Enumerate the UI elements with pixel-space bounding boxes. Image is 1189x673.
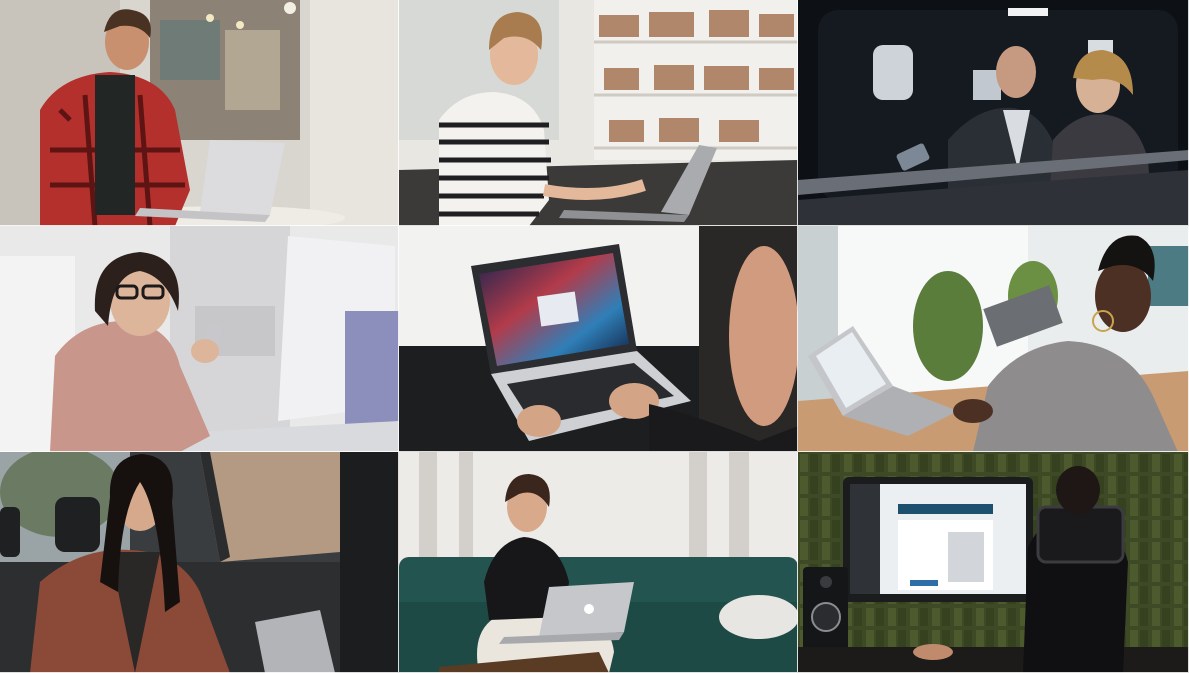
photo-cafe-laptop	[0, 0, 399, 226]
photo-car-night	[798, 0, 1189, 226]
photo-collage	[0, 0, 1189, 673]
photo-studio-monitor	[798, 452, 1189, 673]
photo-tile-sofa-laptop	[399, 452, 798, 673]
photo-tile-library-laptop	[399, 0, 798, 226]
photo-tile-cafe-laptop	[0, 0, 399, 226]
photo-tile-laptop-login	[399, 226, 798, 452]
photo-desk-phone	[798, 226, 1189, 452]
photo-library-laptop	[399, 0, 798, 226]
photo-tile-car-backseat	[0, 452, 399, 673]
photo-tile-desk-phone	[798, 226, 1189, 452]
photo-car-backseat	[0, 452, 399, 673]
photo-sofa-laptop	[399, 452, 798, 673]
photo-tile-studio-monitor	[798, 452, 1189, 673]
photo-tile-car-night	[798, 0, 1189, 226]
photo-laptop-login	[399, 226, 798, 452]
photo-tile-office-phone	[0, 226, 399, 452]
photo-office-phone	[0, 226, 399, 452]
